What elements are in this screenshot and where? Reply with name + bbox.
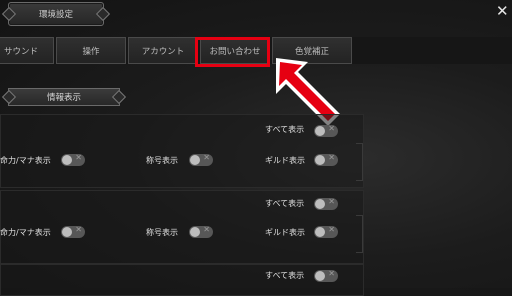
hp-mana-label: 命力/マナ表示 <box>0 228 51 237</box>
close-icon: ✕ <box>203 153 210 162</box>
title-display-toggle[interactable]: ✕ <box>189 153 213 166</box>
toggle-knob <box>62 155 72 165</box>
close-icon: ✕ <box>328 225 335 234</box>
guild-display-label: ギルド表示 <box>265 156 305 165</box>
toggle-knob <box>315 271 325 281</box>
hp-mana-toggle[interactable]: ✕ <box>61 153 85 166</box>
close-icon: ✕ <box>328 153 335 162</box>
close-icon[interactable]: ✕ <box>496 2 509 20</box>
close-icon: ✕ <box>328 269 335 278</box>
tab-sound[interactable]: サウンド <box>0 37 54 64</box>
tab-label: 操作 <box>82 46 100 57</box>
close-icon: ✕ <box>328 197 335 206</box>
row-bracket <box>356 143 363 181</box>
toggle-knob <box>62 227 72 237</box>
toggle-knob <box>190 155 200 165</box>
toggle-knob <box>315 155 325 165</box>
settings-group <box>0 190 364 264</box>
window-title-text: 環境設定 <box>38 10 73 20</box>
title-display-label: 称号表示 <box>146 228 178 237</box>
toggle-knob <box>315 126 325 136</box>
section-title-text: 情報表示 <box>46 93 81 103</box>
settings-group <box>0 264 364 296</box>
tab-label: アカウント <box>141 46 185 57</box>
highlight-box <box>195 37 270 67</box>
guild-display-toggle[interactable]: ✕ <box>314 225 338 238</box>
show-all-label: すべて表示 <box>265 125 305 134</box>
tab-account[interactable]: アカウント <box>128 37 198 64</box>
toggle-knob <box>315 227 325 237</box>
guild-display-toggle[interactable]: ✕ <box>314 153 338 166</box>
show-all-toggle[interactable]: ✕ <box>314 197 338 210</box>
title-display-label: 称号表示 <box>146 156 178 165</box>
title-display-toggle[interactable]: ✕ <box>189 225 213 238</box>
tab-label: サウンド <box>3 46 38 57</box>
window-title: 環境設定 <box>8 2 104 26</box>
show-all-label: すべて表示 <box>265 199 305 208</box>
settings-group <box>0 114 364 188</box>
row-bracket <box>356 215 363 253</box>
toggle-knob <box>190 227 200 237</box>
tab-controls[interactable]: 操作 <box>56 37 126 64</box>
show-all-toggle[interactable]: ✕ <box>314 269 338 282</box>
close-icon: ✕ <box>328 124 335 133</box>
section-title: 情報表示 <box>8 88 120 106</box>
hp-mana-label: 命力/マナ表示 <box>0 156 51 165</box>
close-icon: ✕ <box>203 225 210 234</box>
toggle-knob <box>315 199 325 209</box>
show-all-toggle[interactable]: ✕ <box>314 124 338 137</box>
show-all-label: すべて表示 <box>265 271 305 280</box>
close-icon: ✕ <box>75 225 82 234</box>
close-icon: ✕ <box>75 153 82 162</box>
hp-mana-toggle[interactable]: ✕ <box>61 225 85 238</box>
guild-display-label: ギルド表示 <box>265 228 305 237</box>
